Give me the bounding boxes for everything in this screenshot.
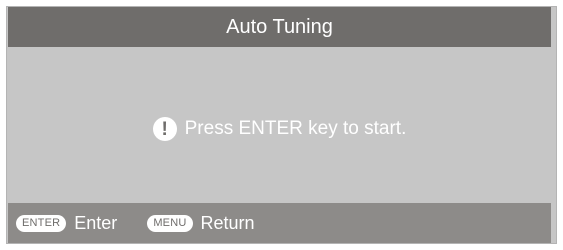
enter-key-badge: ENTER — [16, 214, 67, 232]
content-area: ! Press ENTER key to start. — [8, 47, 551, 203]
menu-hint[interactable]: MENU Return — [147, 212, 255, 234]
instruction-text: Press ENTER key to start. — [184, 118, 407, 139]
enter-hint-label: Enter — [74, 212, 118, 233]
title-bar: Auto Tuning — [8, 7, 551, 47]
exclamation-icon: ! — [152, 117, 177, 141]
enter-hint[interactable]: ENTER Enter — [16, 213, 117, 234]
message-row: ! Press ENTER key to start. — [8, 117, 551, 141]
dialog-title: Auto Tuning — [226, 15, 333, 38]
footer-bar: ENTER Enter MENU Return — [8, 203, 551, 243]
menu-key-badge: MENU — [147, 214, 193, 232]
menu-hint-label: Return — [200, 212, 255, 233]
